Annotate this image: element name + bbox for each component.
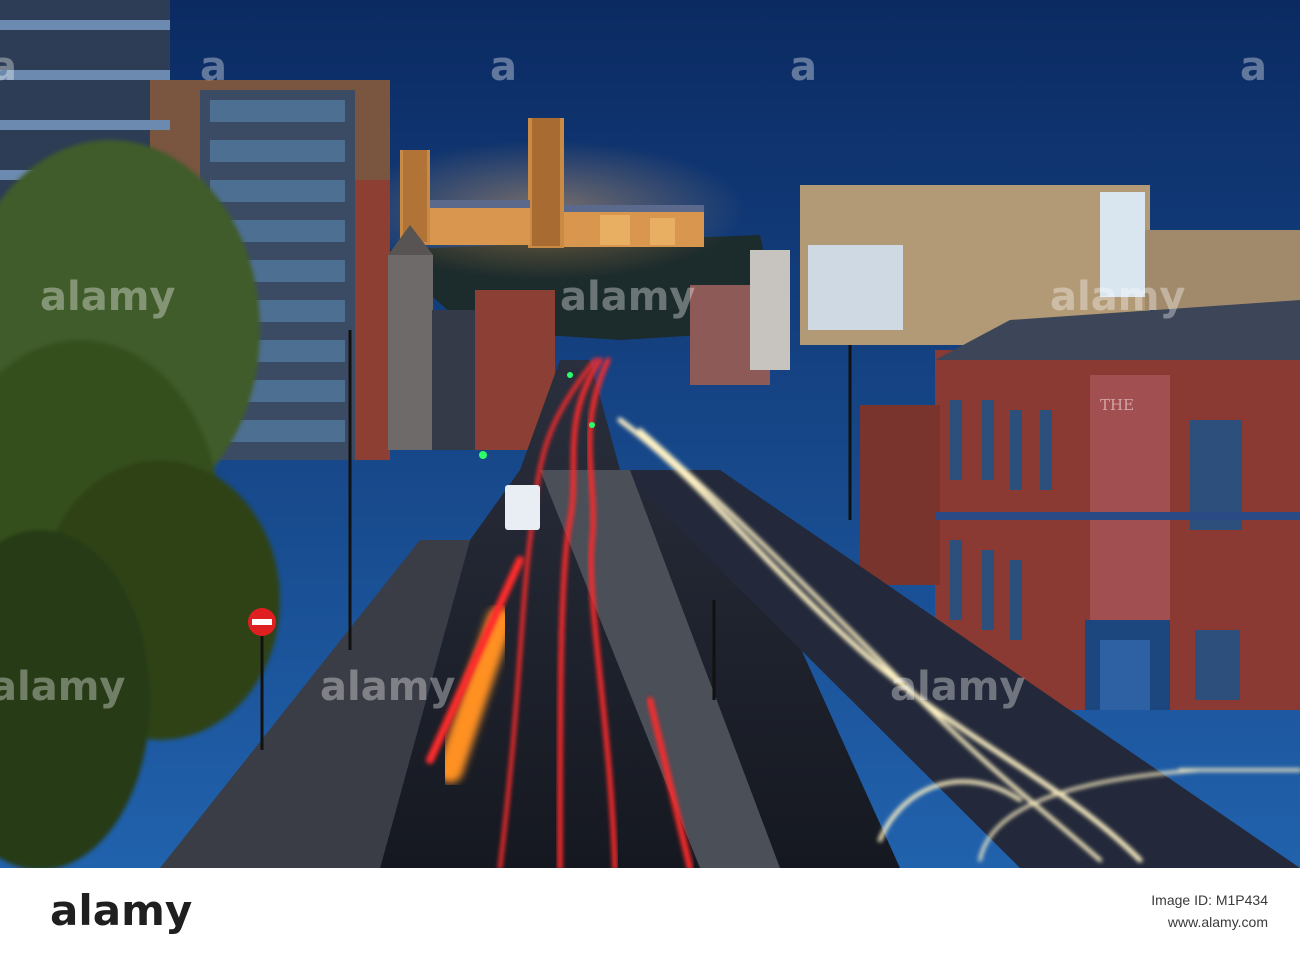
site-url[interactable]: www.alamy.com: [1168, 914, 1268, 930]
alamy-logo-text: alamy: [50, 886, 192, 935]
svg-text:alamy: alamy: [320, 664, 455, 710]
svg-text:a: a: [490, 44, 517, 90]
no-entry-sign: [248, 608, 276, 636]
bus: [505, 485, 540, 530]
alamy-logo: alamy: [50, 886, 192, 935]
svg-text:alamy: alamy: [890, 664, 1025, 710]
svg-text:a: a: [200, 44, 227, 90]
svg-text:a: a: [1240, 44, 1267, 90]
svg-text:alamy: alamy: [1050, 274, 1185, 320]
svg-text:a: a: [0, 44, 17, 90]
svg-text:alamy: alamy: [560, 274, 695, 320]
pub-sign-text: THE: [1100, 396, 1134, 414]
svg-text:alamy: alamy: [0, 664, 125, 710]
cityscape-photo: THE a a a a a alamy alamy alamy alamy al…: [0, 0, 1300, 868]
image-id-label: Image ID: M1P434: [1151, 892, 1268, 908]
svg-text:a: a: [790, 44, 817, 90]
svg-text:alamy: alamy: [40, 274, 175, 320]
